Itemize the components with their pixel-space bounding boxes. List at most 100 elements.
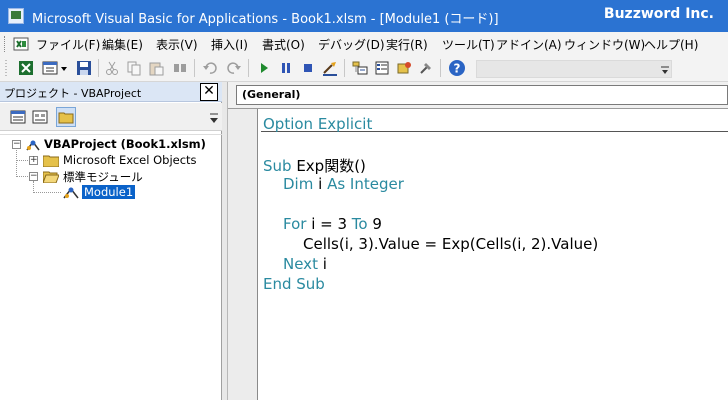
code-line-4[interactable]: For i = 3 To 9 (283, 215, 382, 233)
code-line-3[interactable]: Dim i As Integer (283, 175, 404, 193)
code-text: Exp関数() (291, 157, 366, 175)
menu-format[interactable]: 書式(O) (262, 36, 305, 53)
properties-icon[interactable] (374, 60, 390, 76)
project-explorer-title: プロジェクト - VBAProject (4, 87, 142, 100)
keyword: Sub (263, 157, 292, 175)
toolbar-separator (344, 59, 345, 77)
insert-module-icon[interactable] (42, 60, 58, 76)
toolbar-separator (194, 59, 195, 77)
toolbar-separator (440, 59, 441, 77)
code-text: 9 (367, 215, 382, 233)
toolbox-icon[interactable] (418, 60, 434, 76)
tree-label-modules-folder: 標準モジュール (63, 170, 143, 184)
tree-item-module1[interactable]: Module1 (0, 185, 220, 201)
help-icon[interactable]: ? (448, 59, 466, 77)
find-icon[interactable] (172, 60, 188, 76)
menu-help[interactable]: ヘルプ(H) (644, 36, 698, 53)
folder-icon (58, 112, 74, 124)
brand-watermark: Buzzword Inc. (603, 6, 714, 22)
project-explorer-panel: プロジェクト - VBAProject ✕ − VBAProject (Book… (0, 82, 222, 400)
toolbar-status-box (476, 60, 672, 78)
menu-insert[interactable]: 挿入(I) (211, 36, 248, 53)
menu-bar: ファイル(F) 編集(E) 表示(V) 挿入(I) 書式(O) デバッグ(D) … (0, 32, 728, 56)
menu-tools[interactable]: ツール(T) (442, 36, 495, 53)
cut-icon[interactable] (104, 60, 120, 76)
menu-run[interactable]: 実行(R) (386, 36, 428, 53)
project-tree: − VBAProject (Book1.xlsm) + Microsoft Ex… (0, 134, 222, 400)
code-window-header: (General) (228, 82, 728, 109)
save-icon[interactable] (76, 60, 92, 76)
menubar-grip[interactable] (4, 36, 7, 52)
reset-icon[interactable] (300, 60, 316, 76)
standard-toolbar: ? (0, 56, 728, 82)
object-dropdown-value: (General) (242, 88, 301, 101)
project-explorer-toolbar (0, 103, 222, 131)
panel-scroll-grip-icon[interactable] (208, 107, 220, 129)
copy-icon[interactable] (126, 60, 142, 76)
code-text: i (313, 175, 328, 193)
view-object-icon[interactable] (30, 107, 50, 127)
menu-window[interactable]: ウィンドウ(W) (564, 36, 645, 53)
menu-file[interactable]: ファイル(F) (36, 36, 100, 53)
code-line-7[interactable]: End Sub (263, 275, 325, 293)
keyword: For (283, 215, 307, 233)
design-mode-icon[interactable] (322, 60, 338, 76)
tree-label-module1: Module1 (82, 185, 136, 199)
dropdown-arrow-icon[interactable] (60, 60, 68, 76)
keyword: Dim (283, 175, 314, 193)
toolbar-separator (248, 59, 249, 77)
expand-icon[interactable]: + (29, 156, 38, 165)
folder-icon (43, 155, 59, 167)
paste-icon[interactable] (148, 60, 164, 76)
window-title: Microsoft Visual Basic for Applications … (32, 12, 499, 27)
tree-label-vbaproject: VBAProject (Book1.xlsm) (44, 137, 206, 151)
collapse-icon[interactable]: − (29, 172, 38, 181)
redo-icon[interactable] (226, 60, 242, 76)
open-folder-icon (43, 171, 59, 183)
close-icon[interactable]: ✕ (200, 83, 218, 101)
module-icon (63, 187, 79, 199)
tree-item-modules-folder[interactable]: − 標準モジュール (0, 169, 220, 185)
menu-debug[interactable]: デバッグ(D) (318, 36, 385, 53)
toggle-folders-button[interactable] (56, 107, 76, 127)
code-editor[interactable]: Option Explicit Sub Exp関数() Dim i As Int… (259, 109, 728, 400)
menu-addins[interactable]: アドイン(A) (496, 36, 562, 53)
code-text: i = 3 (306, 215, 352, 233)
project-explorer-header: プロジェクト - VBAProject ✕ (0, 82, 222, 102)
vbaproject-icon (26, 140, 40, 151)
run-icon[interactable] (256, 60, 272, 76)
project-explorer-icon[interactable] (352, 60, 368, 76)
collapse-icon[interactable]: − (12, 140, 21, 149)
code-line-1[interactable]: Option Explicit (263, 115, 372, 133)
svg-text:?: ? (454, 62, 461, 76)
title-bar: Microsoft Visual Basic for Applications … (0, 0, 728, 32)
code-text: i (317, 255, 327, 273)
code-text: Cells(i, 3).Value = Exp(Cells(i, 2).Valu… (303, 235, 599, 253)
keyword: Next (283, 255, 318, 273)
excel-window-icon[interactable] (12, 35, 30, 53)
toolbar-grip-icon[interactable] (4, 60, 8, 76)
keyword: To (351, 215, 368, 233)
object-browser-icon[interactable] (396, 60, 412, 76)
keyword: Option Explicit (263, 115, 373, 133)
tree-item-excel-objects[interactable]: + Microsoft Excel Objects (0, 153, 220, 169)
view-excel-icon[interactable] (18, 60, 34, 76)
keyword: End Sub (263, 275, 325, 293)
margin-indicator-bar[interactable] (228, 109, 258, 400)
view-code-icon[interactable] (8, 107, 28, 127)
vba-app-icon[interactable] (8, 8, 24, 24)
undo-icon[interactable] (202, 60, 218, 76)
code-line-6[interactable]: Next i (283, 255, 327, 273)
menu-view[interactable]: 表示(V) (156, 36, 198, 53)
tree-label-excel-objects: Microsoft Excel Objects (63, 153, 197, 167)
break-icon[interactable] (278, 60, 294, 76)
tree-item-vbaproject[interactable]: − VBAProject (Book1.xlsm) (0, 137, 220, 153)
keyword: As Integer (327, 175, 404, 193)
toolbar-options-icon[interactable] (660, 64, 670, 76)
menu-edit[interactable]: 編集(E) (102, 36, 143, 53)
code-window: (General) Option Explicit Sub Exp関数() Di… (228, 82, 728, 400)
toolbar-separator (98, 59, 99, 77)
object-dropdown[interactable]: (General) (236, 85, 728, 105)
code-line-5[interactable]: Cells(i, 3).Value = Exp(Cells(i, 2).Valu… (303, 235, 598, 253)
code-line-2[interactable]: Sub Exp関数() (263, 155, 366, 176)
